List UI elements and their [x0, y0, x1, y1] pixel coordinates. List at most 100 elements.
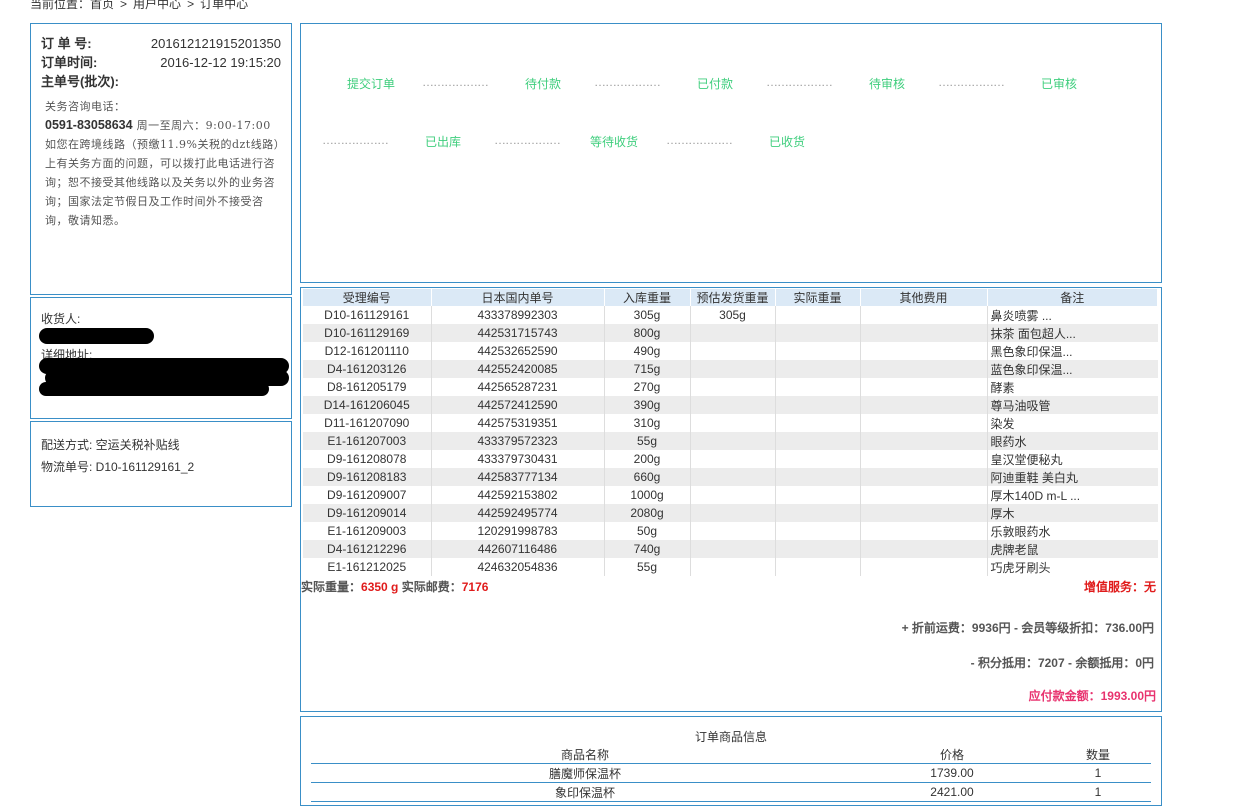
col-header-actual-weight: 实际重量 [775, 289, 861, 306]
package-table: 受理编号 日本国内单号 入库重量 预估发货重量 实际重量 其他费用 备注 D10… [303, 289, 1158, 576]
breadcrumb-order-center[interactable]: 订单中心 [200, 0, 248, 11]
status-step-shipped-out: 已出库 [425, 135, 462, 149]
cell-other-fees [860, 360, 988, 378]
breadcrumb-user-center[interactable]: 用户中心 [133, 0, 181, 11]
cell-acceptance-no: D11-161207090 [303, 414, 432, 432]
cell-remarks: 巧虎牙刷头 [990, 560, 1051, 575]
cell-inbound-weight: 660g [604, 468, 691, 486]
cell-japan-tracking-no: 442572412590 [431, 396, 605, 414]
cell-remarks: 染发 [990, 416, 1015, 431]
redaction-mark [39, 328, 154, 344]
status-step-awaiting-payment: 待付款 [525, 77, 562, 91]
cell-japan-tracking-no: 433379730431 [431, 450, 605, 468]
status-connector: ……………… [766, 75, 833, 89]
col-header-product-name: 商品名称 [311, 746, 859, 764]
cell-acceptance-no: D4-161212296 [303, 540, 432, 558]
cell-estimated-weight [690, 540, 776, 558]
cell-other-fees [860, 414, 988, 432]
package-table-header: 受理编号 日本国内单号 入库重量 预估发货重量 实际重量 其他费用 备注 [303, 289, 1158, 306]
cell-actual-weight [775, 486, 861, 504]
cell-actual-weight [775, 504, 861, 522]
cell-actual-weight [775, 360, 861, 378]
cell-other-fees [860, 324, 988, 342]
status-connector: ……………… [494, 133, 561, 147]
cell-japan-tracking-no: 120291998783 [431, 522, 605, 540]
goods-table: 商品名称 价格 数量 膳魔师保温杯 1739.00 1 象印保温杯 2421.00 1 [311, 746, 1151, 802]
cell-acceptance-no: D14-161206045 [303, 396, 432, 414]
breadcrumb-prefix: 当前位置： [30, 0, 91, 11]
customs-notice-text: 如您在跨境线路（预缴11.9%关税的dzt线路）上有关务方面的问题，可以拨打此电… [45, 138, 280, 227]
status-step-awaiting-receipt: 等待收货 [590, 135, 639, 149]
cell-remarks: 蓝色象印保温... [987, 360, 1158, 378]
package-row: D10-161129161 433378992303 305g 305g 鼻炎喷雾 ..… [303, 306, 1158, 324]
cell-japan-tracking-no: 442552420085 [431, 360, 605, 378]
cell-estimated-weight [690, 450, 776, 468]
order-number-value: 201612121915201350 [150, 36, 281, 51]
cell-inbound-weight: 490g [604, 342, 691, 360]
breadcrumb-home[interactable]: 首页 [90, 0, 114, 11]
package-row: D9-161209014 442592495774 2080g 厚木 [303, 504, 1158, 522]
status-connector: ……………… [594, 75, 661, 89]
cell-quantity: 1 [1045, 763, 1151, 783]
value-added-service: 增值服务：无 [1083, 580, 1156, 594]
cell-remarks: 黑色象印保温... [990, 344, 1073, 359]
cell-estimated-weight [690, 342, 776, 360]
package-row: D9-161208183 442583777134 660g 阿迪重鞋 美白丸 [303, 468, 1158, 486]
cell-actual-weight [775, 432, 861, 450]
cell-estimated-weight [690, 504, 776, 522]
package-row: D11-161207090 442575319351 310g 染发 [303, 414, 1158, 432]
cell-remarks: 眼药水 [987, 432, 1158, 450]
cell-japan-tracking-no: 442592495774 [431, 504, 605, 522]
cell-japan-tracking-no: 433379572323 [431, 432, 605, 450]
cell-estimated-weight [690, 396, 776, 414]
cell-product-name: 膳魔师保温杯 [311, 763, 859, 783]
package-row: D14-161206045 442572412590 390g 尊马油吸管 [303, 396, 1158, 414]
cell-price: 1739.00 [859, 763, 1045, 783]
cell-estimated-weight [690, 486, 776, 504]
breadcrumb: 当前位置：首页 > 用户中心 > 订单中心 [30, 0, 248, 12]
cell-estimated-weight: 305g [690, 306, 776, 324]
goods-title: 订单商品信息 [694, 730, 767, 744]
customs-hours: 周一至周六：9:00-17:00 [136, 119, 271, 132]
cell-japan-tracking-no: 442575319351 [431, 414, 605, 432]
status-connector: ……………… [938, 75, 1005, 89]
receiver-panel: 收货人: 详细地址: [30, 297, 292, 419]
cell-other-fees [860, 396, 988, 414]
package-row: D4-161212296 442607116486 740g 虎牌老鼠 [303, 540, 1158, 558]
actual-postage-label: 实际邮费： [401, 580, 462, 594]
cell-estimated-weight [690, 432, 776, 450]
cell-acceptance-no: D9-161209014 [303, 504, 432, 522]
cell-other-fees [860, 540, 988, 558]
order-info-panel: 订 单 号: 201612121915201350 订单时间: 2016-12-… [30, 23, 292, 295]
cell-estimated-weight [690, 360, 776, 378]
cell-inbound-weight: 55g [604, 432, 691, 450]
status-step-paid: 已付款 [697, 77, 734, 91]
cell-remarks: 酵素 [990, 380, 1015, 395]
cell-other-fees [860, 486, 988, 504]
package-row: D9-161209007 442592153802 1000g 厚木140D m-L … [303, 486, 1158, 504]
cell-other-fees [860, 468, 988, 486]
cell-inbound-weight: 305g [604, 306, 691, 324]
cell-acceptance-no: D9-161209007 [303, 486, 432, 504]
cell-acceptance-no: D9-161208183 [303, 468, 432, 486]
cell-japan-tracking-no: 442607116486 [431, 540, 605, 558]
cell-actual-weight [775, 324, 861, 342]
cell-other-fees [860, 306, 988, 324]
status-connector: ……………… [422, 75, 489, 89]
cell-inbound-weight: 800g [604, 324, 691, 342]
cell-price: 2421.00 [859, 782, 1045, 802]
cell-acceptance-no: D4-161203126 [303, 360, 432, 378]
order-time-row: 订单时间: 2016-12-12 19:15:20 [41, 53, 281, 72]
cell-other-fees [860, 558, 988, 576]
col-header-japan-tracking-no: 日本国内单号 [431, 289, 605, 306]
cell-japan-tracking-no: 442592153802 [431, 486, 605, 504]
cell-product-name: 象印保温杯 [311, 782, 859, 802]
cell-remarks: 尊马油吸管 [987, 396, 1158, 414]
status-step-awaiting-review: 待审核 [869, 77, 906, 91]
points-balance-deduction: - 积分抵用：7207 - 余额抵用：0円 [970, 656, 1154, 670]
cell-remarks: 阿迪重鞋 美白丸 [987, 468, 1158, 486]
cell-inbound-weight: 270g [604, 378, 691, 396]
actual-weight-value: 6350 g [361, 580, 399, 594]
shipping-fee-discount: + 折前运费：9936円 - 会员等级折扣：736.00円 [901, 621, 1154, 635]
cell-inbound-weight: 390g [604, 396, 691, 414]
